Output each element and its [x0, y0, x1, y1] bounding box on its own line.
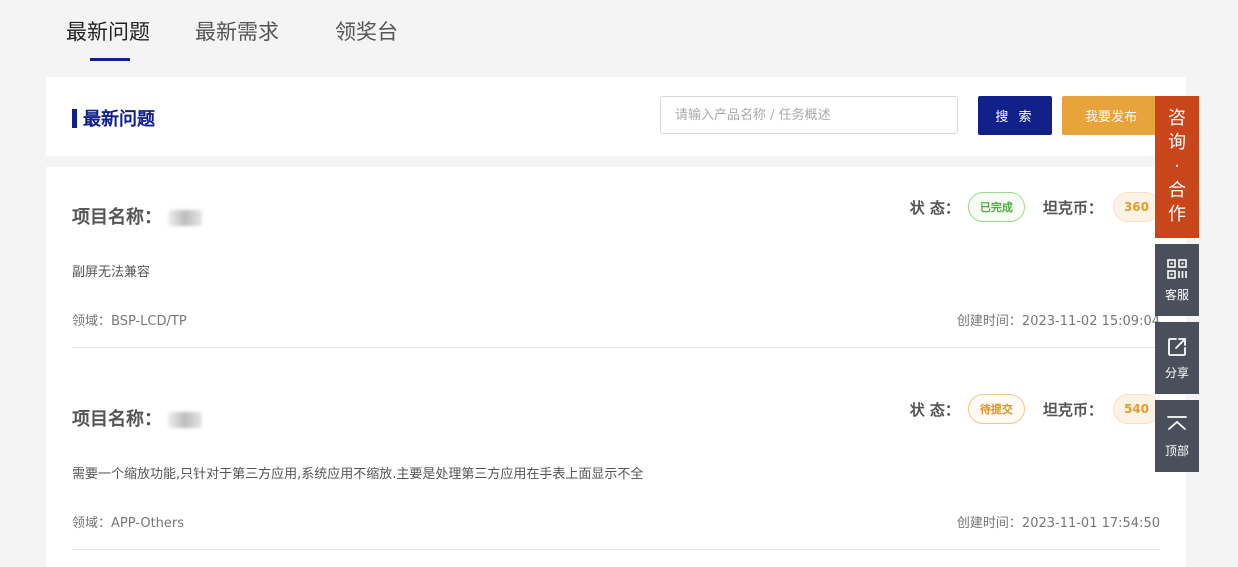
status-badge: 已完成: [967, 192, 1025, 222]
project-name-label: 项目名称：: [72, 409, 162, 430]
search-input[interactable]: [660, 96, 958, 134]
search-button[interactable]: 搜 索: [978, 96, 1052, 135]
status-badge: 待提交: [967, 394, 1025, 424]
share-label: 分享: [1164, 365, 1189, 380]
project-name-redacted: [168, 210, 202, 226]
issue-field: 领域：BSP-LCD/TP: [72, 314, 187, 329]
title-accent-bar: [72, 108, 77, 128]
project-name-label: 项目名称：: [72, 207, 162, 228]
publish-button[interactable]: 我要发布: [1062, 96, 1160, 135]
arrow-up-icon: [1167, 415, 1187, 430]
status-label: 状 态：: [909, 400, 960, 419]
tab-latest-issues[interactable]: 最新问题: [66, 16, 150, 46]
consult-char: 询: [1168, 132, 1186, 153]
section-title-text: 最新问题: [83, 109, 155, 130]
list-item[interactable]: 项目名称： 状 态： 已完成 坦克币： 360 副屏无法兼容 领域：BSP-LC…: [72, 167, 1160, 348]
active-tab-indicator: [90, 58, 130, 61]
share-icon: [1168, 337, 1186, 356]
project-name-redacted: [168, 412, 202, 428]
consult-char: 合: [1168, 180, 1186, 201]
list-item[interactable]: 项目名称： 状 态： 待提交 坦克币： 540 需要一个缩放功能,只针对于第三方…: [72, 369, 1160, 550]
customer-service-button[interactable]: 客服: [1155, 244, 1199, 316]
project-name: 项目名称：: [72, 405, 202, 431]
back-to-top-button[interactable]: 顶部: [1155, 400, 1199, 472]
section-title: 最新问题: [72, 105, 155, 131]
issue-list: 项目名称： 状 态： 已完成 坦克币： 360 副屏无法兼容 领域：BSP-LC…: [46, 167, 1186, 567]
coin-label: 坦克币：: [1042, 400, 1103, 419]
share-button[interactable]: 分享: [1155, 322, 1199, 394]
coin-label: 坦克币：: [1042, 198, 1103, 217]
consult-char: 咨: [1168, 108, 1186, 129]
issue-description: 副屏无法兼容: [72, 265, 151, 280]
header-panel: 最新问题 搜 索 我要发布: [46, 77, 1186, 156]
consult-char: ·: [1174, 156, 1180, 177]
status-group: 状 态： 待提交 坦克币： 540: [910, 393, 1160, 425]
tab-podium[interactable]: 领奖台: [335, 16, 398, 46]
qr-code-icon: [1167, 258, 1187, 279]
status-group: 状 态： 已完成 坦克币： 360: [910, 191, 1160, 223]
issue-field: 领域：APP-Others: [72, 516, 185, 531]
issue-description: 需要一个缩放功能,只针对于第三方应用,系统应用不缩放.主要是处理第三方应用在手表…: [72, 467, 644, 482]
coin-badge: 540: [1112, 394, 1160, 424]
tab-latest-demands[interactable]: 最新需求: [195, 16, 279, 46]
consult-char: 作: [1168, 204, 1186, 225]
status-label: 状 态：: [909, 198, 960, 217]
customer-service-label: 客服: [1164, 287, 1189, 302]
coin-badge: 360: [1112, 192, 1160, 222]
consult-cooperate-button[interactable]: 咨 询 · 合 作: [1155, 96, 1199, 238]
project-name: 项目名称：: [72, 203, 202, 229]
created-time: 创建时间：2023-11-02 15:09:04: [956, 314, 1160, 329]
created-time: 创建时间：2023-11-01 17:54:50: [956, 516, 1160, 531]
back-to-top-label: 顶部: [1164, 443, 1189, 458]
